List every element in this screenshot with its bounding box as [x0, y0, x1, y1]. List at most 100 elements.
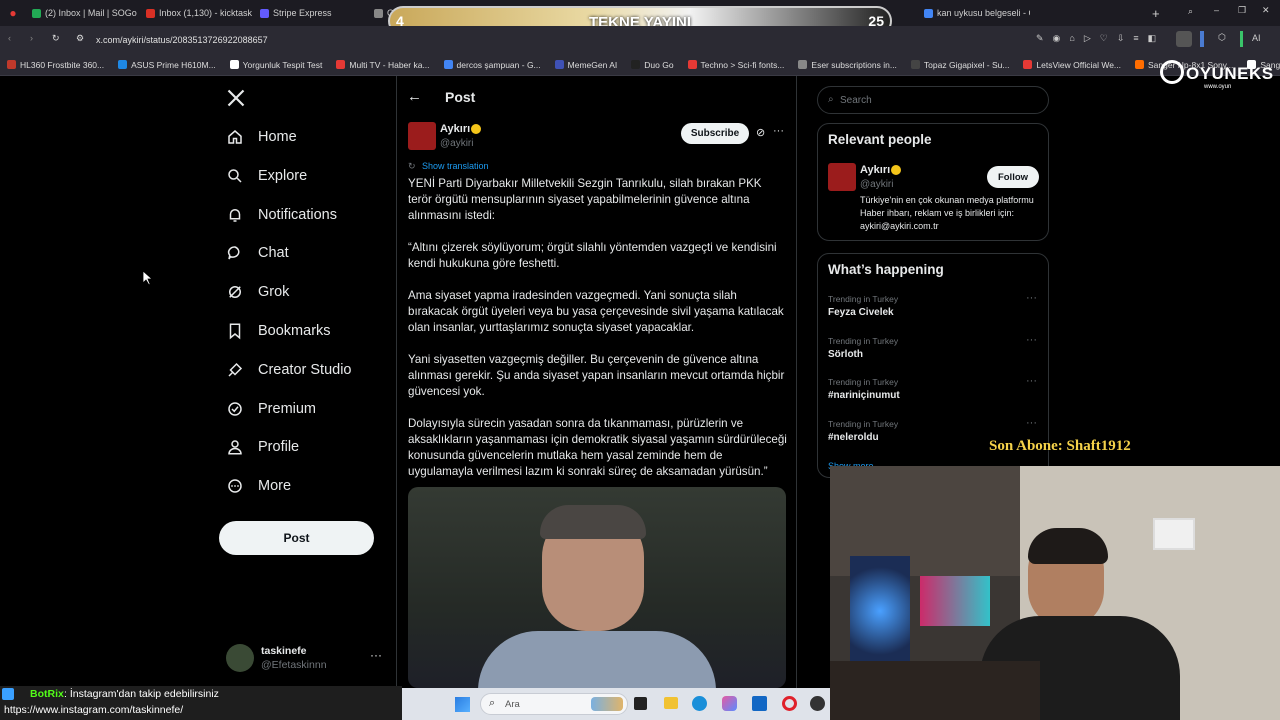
- bookmark-label: HL360 Frostbite 360...: [20, 59, 105, 70]
- relevant-verified-icon: [891, 165, 901, 175]
- trend-name: #nariniçinumut: [828, 390, 900, 401]
- post-button[interactable]: Post: [219, 521, 374, 555]
- account-name: taskinefe: [261, 645, 307, 657]
- task-view-icon[interactable]: [634, 697, 647, 710]
- search-tabs-icon[interactable]: ⌕: [1188, 6, 1193, 17]
- edge-icon[interactable]: [692, 696, 707, 711]
- nav-item-profile[interactable]: Profile: [226, 438, 299, 456]
- subscribe-button[interactable]: Subscribe: [681, 123, 749, 144]
- taskbar-search-art: [591, 697, 623, 711]
- trend-item[interactable]: Trending in Turkey Feyza Civelek: [828, 294, 898, 318]
- trend-item[interactable]: Trending in Turkey #nariniçinumut: [828, 377, 900, 401]
- bookmark-item[interactable]: Yorgunluk Tespit Test: [223, 60, 330, 70]
- nav-item-explore[interactable]: Explore: [226, 167, 307, 185]
- nav-item-bookmarks[interactable]: Bookmarks: [226, 322, 331, 340]
- account-switcher[interactable]: taskinefe @Efetaskinnn ···: [226, 642, 386, 676]
- toolbar-icons[interactable]: ✎◉⌂▷♡⇩≡◧: [1036, 33, 1165, 44]
- reload-icon[interactable]: ↻: [52, 33, 60, 44]
- video-person-suit: [478, 631, 716, 688]
- webcam-desk: [830, 661, 1040, 720]
- taskbar-search[interactable]: ⌕ Ara: [480, 693, 628, 715]
- post-paragraph: Ama siyaset yapma iradesinden vazgeçmedi…: [408, 289, 784, 334]
- trend-name: #neleroldu: [828, 431, 879, 443]
- more-options-icon[interactable]: ···: [370, 648, 382, 662]
- site-info-icon[interactable]: ⚙: [76, 33, 84, 44]
- follow-button[interactable]: Follow: [987, 166, 1039, 188]
- author-handle[interactable]: @aykiri: [440, 138, 474, 149]
- bookmark-favicon-icon: [443, 60, 453, 69]
- show-translation-link[interactable]: Show translation: [422, 161, 489, 171]
- nav-item-creator-studio[interactable]: Creator Studio: [226, 361, 352, 379]
- tab-favicon-icon: [32, 8, 41, 18]
- browser-tab[interactable]: Inbox (1,130) - kicktaskin: [140, 2, 252, 24]
- bookmark-item[interactable]: HL360 Frostbite 360...: [0, 60, 111, 70]
- bookmark-item[interactable]: ASUS Prime H610M...: [111, 60, 223, 70]
- wallet-icon[interactable]: ⬡: [1218, 32, 1226, 43]
- menu-icon[interactable]: [1240, 31, 1243, 47]
- nav-item-more[interactable]: More: [226, 477, 291, 495]
- taskbar-search-placeholder: Ara: [505, 699, 520, 710]
- bookmark-item[interactable]: Techno > Sci-fi fonts...: [681, 60, 792, 70]
- trend-more-icon[interactable]: ···: [1026, 334, 1037, 346]
- forward-icon[interactable]: ›: [30, 33, 33, 43]
- nav-item-notifications[interactable]: Notifications: [226, 206, 337, 224]
- back-arrow-icon[interactable]: ←: [407, 88, 422, 105]
- bookmark-item[interactable]: dercos şampuan - G...: [437, 60, 548, 70]
- browser-logo-icon[interactable]: ●: [0, 6, 26, 20]
- ticker-text: : İnstagram'dan takip edebilirsiniz: [64, 688, 219, 700]
- browser-tab[interactable]: kan uykusu belgeseli - G: [918, 2, 1030, 24]
- bookmark-favicon-icon: [631, 60, 641, 69]
- search-box[interactable]: ⌕ Search: [817, 86, 1049, 114]
- trend-item[interactable]: Trending in Turkey Sörloth: [828, 336, 898, 360]
- tab-favicon-icon: [260, 8, 269, 18]
- trend-category: Trending in Turkey: [828, 294, 899, 304]
- trend-more-icon[interactable]: ···: [1026, 375, 1037, 387]
- bookmark-item[interactable]: LetsView Official We...: [1016, 60, 1128, 70]
- relevant-person-name[interactable]: Aykırı: [860, 164, 890, 176]
- copilot-icon[interactable]: [722, 696, 737, 711]
- bookmark-item[interactable]: Duo Go: [624, 60, 680, 70]
- bookmarks-icon: [229, 323, 241, 340]
- maximize-icon[interactable]: ❐: [1238, 5, 1246, 16]
- opera-icon[interactable]: [782, 696, 797, 711]
- extension-icon[interactable]: [1176, 31, 1192, 47]
- nav-item-premium[interactable]: Premium: [226, 400, 316, 418]
- browser-tab[interactable]: Stripe Express: [254, 2, 366, 24]
- bookmark-item[interactable]: Multi TV - Haber ka...: [329, 60, 436, 70]
- browser-tab[interactable]: (2) Inbox | Mail | SOGo G: [26, 2, 138, 24]
- x-logo-icon[interactable]: [226, 88, 246, 108]
- relevant-person-avatar[interactable]: [828, 163, 856, 191]
- bookmark-favicon-icon: [336, 60, 346, 69]
- sidebar-toggle-icon[interactable]: [1200, 31, 1204, 47]
- post-video[interactable]: [408, 487, 786, 688]
- trend-item[interactable]: Trending in Turkey #neleroldu: [828, 419, 898, 443]
- file-explorer-icon[interactable]: [664, 697, 678, 709]
- bookmark-item[interactable]: MemeGen AI: [548, 60, 625, 70]
- nav-item-home[interactable]: Home: [226, 128, 297, 146]
- botrix-icon: [2, 688, 14, 700]
- close-window-icon[interactable]: ✕: [1262, 5, 1270, 16]
- bookmark-item[interactable]: Topaz Gigapixel - Su...: [904, 60, 1017, 70]
- app-icon[interactable]: [810, 696, 825, 711]
- nav-item-label: Chat: [258, 245, 289, 262]
- store-icon[interactable]: [752, 696, 767, 711]
- new-tab-icon[interactable]: +: [1152, 6, 1160, 21]
- author-name[interactable]: Aykırı: [440, 123, 470, 135]
- verified-badge-icon: [471, 124, 481, 134]
- post-more-icon[interactable]: ···: [773, 125, 784, 137]
- bookmark-favicon-icon: [1135, 60, 1145, 69]
- webcam-feed: [830, 466, 1280, 720]
- nav-item-chat[interactable]: Chat: [226, 244, 289, 262]
- url-field[interactable]: x.com/aykiri/status/2083513726922088657: [96, 35, 268, 45]
- ai-icon[interactable]: AI: [1252, 33, 1261, 43]
- nav-item-grok[interactable]: Grok: [226, 283, 289, 301]
- trend-more-icon[interactable]: ···: [1026, 292, 1037, 304]
- back-icon[interactable]: ‹: [8, 33, 11, 43]
- bookmark-item[interactable]: Eser subscriptions in...: [791, 60, 904, 70]
- author-avatar[interactable]: [408, 122, 436, 150]
- trend-more-icon[interactable]: ···: [1026, 417, 1037, 429]
- minimize-icon[interactable]: –: [1214, 5, 1219, 15]
- windows-start-icon[interactable]: [455, 697, 470, 712]
- grok-icon[interactable]: ⊘: [756, 126, 765, 139]
- address-bar: ‹ › ↻ ⚙ x.com/aykiri/status/208351372692…: [0, 26, 1280, 54]
